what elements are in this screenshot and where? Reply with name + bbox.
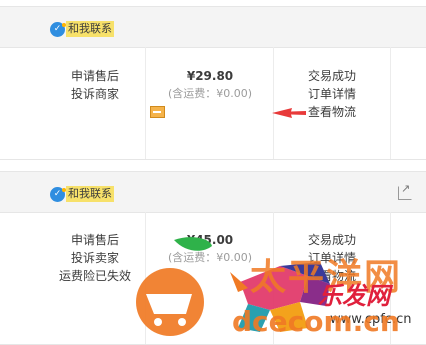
wangwang-chat-icon: ✓ xyxy=(50,21,66,37)
order-header: ✓ 和我联系 xyxy=(0,7,426,48)
red-arrow-annotation xyxy=(272,108,306,118)
column-divider xyxy=(145,47,146,159)
order-header: ✓ 和我联系 xyxy=(0,172,426,213)
order-details-link[interactable]: 订单详情 xyxy=(282,85,382,103)
contact-label: 和我联系 xyxy=(66,21,114,37)
order-price: ¥29.80 xyxy=(186,69,234,83)
price-column: ¥29.80 (含运费：¥0.00) xyxy=(150,67,270,118)
after-sale-column: 申请售后 投诉商家 xyxy=(35,67,155,103)
apply-after-sale-link[interactable]: 申请售后 xyxy=(35,67,155,85)
contact-label: 和我联系 xyxy=(66,186,114,202)
share-icon[interactable] xyxy=(398,182,412,200)
watermark-domain: dcecom.cn xyxy=(232,305,400,338)
column-divider xyxy=(390,47,391,159)
order-card-1: ✓ 和我联系 申请售后 投诉商家 ¥29.80 (含运费：¥0.00) 交易成功… xyxy=(0,6,426,160)
complain-merchant-link[interactable]: 投诉商家 xyxy=(35,85,155,103)
contact-seller-button[interactable]: ✓ 和我联系 xyxy=(50,186,114,202)
column-divider xyxy=(273,47,274,159)
contact-seller-button[interactable]: ✓ 和我联系 xyxy=(50,21,114,37)
wangwang-chat-icon: ✓ xyxy=(50,186,66,202)
trade-status: 交易成功 xyxy=(307,69,356,83)
card-payment-icon xyxy=(150,106,165,118)
shipping-fee: (含运费：¥0.00) xyxy=(167,87,253,100)
